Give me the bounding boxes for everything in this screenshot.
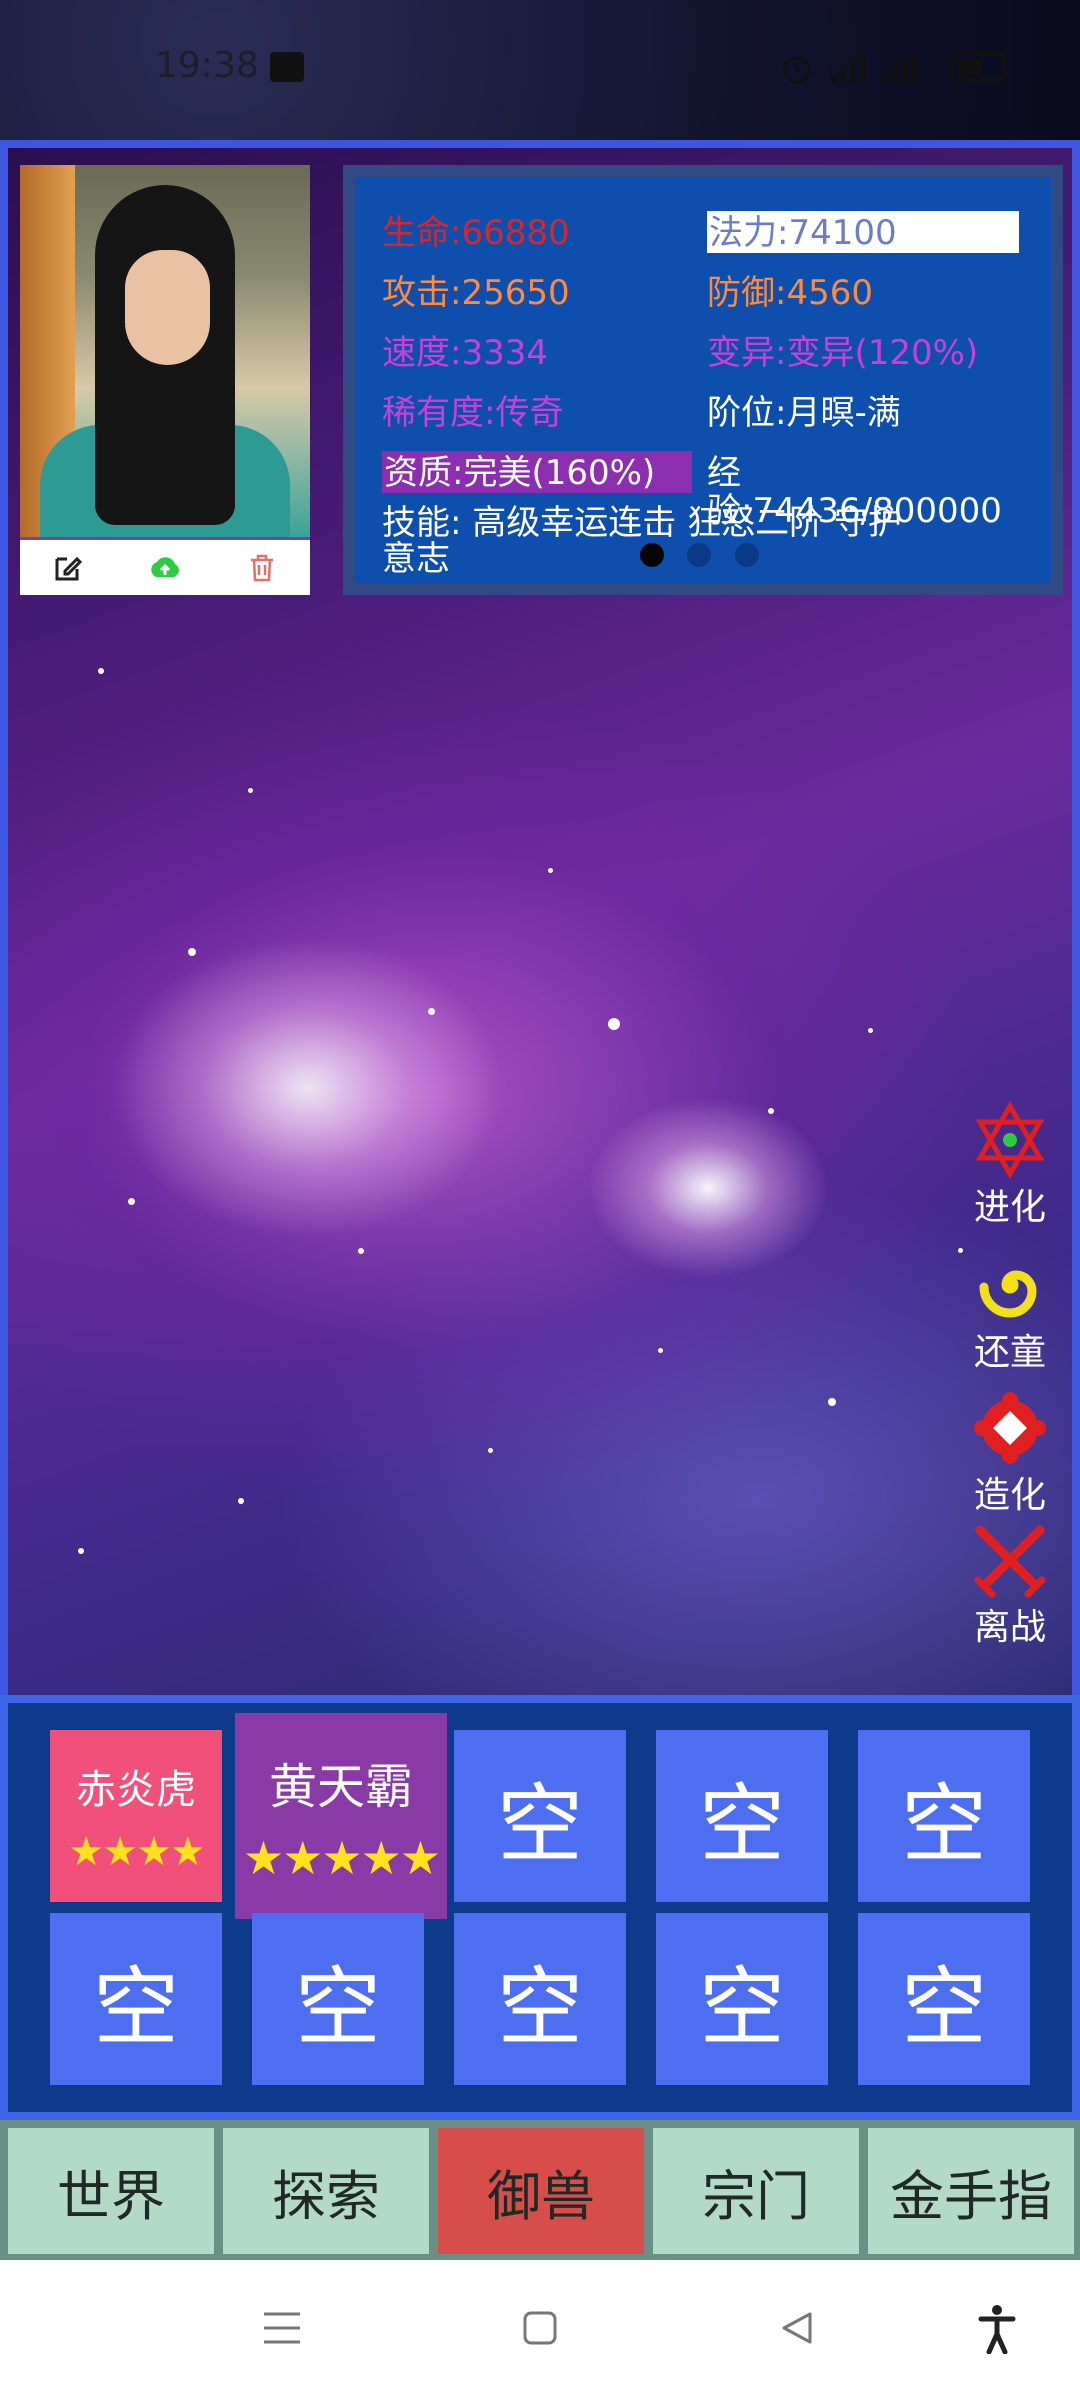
stat-hp: 生命:66880 (382, 213, 570, 253)
team-slot-3[interactable]: 空 (454, 1730, 626, 1902)
back-icon[interactable] (778, 2310, 814, 2346)
home-icon[interactable] (522, 2310, 558, 2346)
pet-portrait-card[interactable] (20, 165, 310, 595)
team-slot-8[interactable]: 空 (454, 1913, 626, 2085)
team-slot-1[interactable]: 赤炎虎 ★★★★ (50, 1730, 222, 1902)
stat-mutation: 变异:变异(120%) (707, 333, 979, 373)
team-slot-7[interactable]: 空 (252, 1913, 424, 2085)
create-label: 造化 (973, 1475, 1046, 1516)
hexagram-icon (975, 1100, 1045, 1180)
bottom-nav: 世界 探索 御兽 宗门 金手指 (0, 2120, 1080, 2260)
stat-defense: 防御:4560 (707, 273, 873, 313)
rejuvenate-label: 还童 (973, 1332, 1046, 1373)
pet-name: 黄天霸 (268, 1759, 413, 1815)
pet-name: 赤炎虎 (76, 1767, 196, 1813)
stat-skills-line2: 意志 (382, 539, 450, 579)
signal-strength-icon (882, 52, 918, 84)
spiral-icon (979, 1270, 1037, 1318)
team-slot-2[interactable]: 黄天霸 ★★★★★ (235, 1713, 447, 1919)
crossed-swords-icon (974, 1525, 1046, 1598)
pet-stars: ★★★★★ (242, 1831, 441, 1885)
evolve-action[interactable]: 进化 (965, 1100, 1055, 1230)
team-slot-5[interactable]: 空 (858, 1730, 1030, 1902)
leave-battle-label: 离战 (973, 1607, 1046, 1648)
upload-cloud-icon[interactable] (147, 550, 183, 586)
leave-battle-action[interactable]: 离战 (965, 1520, 1055, 1650)
diamond-ring-icon (974, 1392, 1046, 1464)
pager-dot-1[interactable] (640, 543, 664, 567)
evolve-label: 进化 (973, 1187, 1046, 1228)
battery-icon (950, 52, 1006, 82)
tab-sect[interactable]: 宗门 (653, 2128, 859, 2254)
pager-dot-3[interactable] (735, 543, 759, 567)
team-slot-4[interactable]: 空 (656, 1730, 828, 1902)
team-slot-10[interactable]: 空 (858, 1913, 1030, 2085)
status-bar: 19:38 (0, 0, 1080, 140)
accessibility-icon[interactable] (977, 2304, 1017, 2354)
app-notification-icon (270, 52, 304, 82)
alarm-icon (783, 56, 811, 84)
tab-beast-taming[interactable]: 御兽 (438, 2128, 644, 2254)
pet-portrait-image (20, 165, 310, 537)
menu-icon[interactable] (262, 2310, 302, 2346)
stat-attack: 攻击:25650 (382, 273, 570, 313)
stat-mana: 法力:74100 (707, 211, 1019, 253)
tab-golden-finger[interactable]: 金手指 (868, 2128, 1074, 2254)
team-slot-6[interactable]: 空 (50, 1913, 222, 2085)
team-grid: 赤炎虎 ★★★★ 黄天霸 ★★★★★ 空 空 空 空 空 空 空 空 (0, 1695, 1080, 2120)
stat-rank: 阶位:月暝-满 (707, 393, 901, 433)
portrait-actions (20, 537, 310, 595)
status-time: 19:38 (155, 45, 259, 86)
tab-world[interactable]: 世界 (8, 2128, 214, 2254)
pet-stars: ★★★★ (68, 1829, 205, 1875)
stat-quality: 资质:完美(160%) (382, 451, 692, 493)
pager-dot-2[interactable] (687, 543, 711, 567)
stat-speed: 速度:3334 (382, 333, 548, 373)
stat-skills-line1: 技能: 高级幸运连击 狂怒二阶 守护 (382, 503, 902, 543)
team-slot-9[interactable]: 空 (656, 1913, 828, 2085)
stat-rarity: 稀有度:传奇 (382, 393, 564, 433)
delete-icon[interactable] (244, 550, 280, 586)
system-nav-bar (0, 2260, 1080, 2400)
rejuvenate-action[interactable]: 还童 (965, 1245, 1055, 1375)
create-action[interactable]: 造化 (965, 1388, 1055, 1518)
tab-explore[interactable]: 探索 (223, 2128, 429, 2254)
mobile-signal-icon (830, 52, 866, 84)
pet-stats-panel: 生命:66880 法力:74100 攻击:25650 防御:4560 速度:33… (343, 165, 1063, 595)
edit-icon[interactable] (50, 550, 86, 586)
